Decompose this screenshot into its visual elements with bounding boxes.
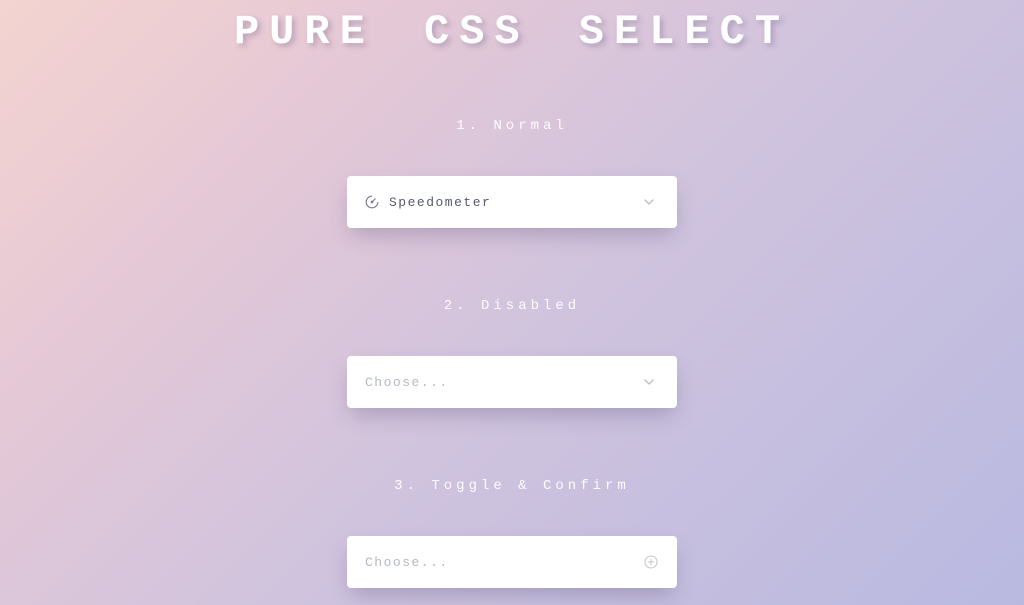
speedometer-icon — [365, 195, 379, 209]
plus-circle-icon — [643, 554, 659, 570]
page-title: PURE CSS SELECT — [234, 8, 790, 56]
select-normal[interactable]: Speedometer — [347, 176, 677, 228]
select-disabled: Choose... — [347, 356, 677, 408]
select-disabled-placeholder: Choose... — [365, 375, 449, 390]
section-normal-label: 1. Normal — [456, 118, 568, 134]
chevron-down-icon — [641, 374, 657, 390]
select-toggle[interactable]: Choose... — [347, 536, 677, 588]
section-disabled-label: 2. Disabled — [444, 298, 580, 314]
chevron-down-icon — [641, 194, 657, 210]
section-toggle-label: 3. Toggle & Confirm — [394, 478, 630, 494]
select-toggle-placeholder: Choose... — [365, 555, 449, 570]
select-normal-value: Speedometer — [389, 195, 491, 210]
